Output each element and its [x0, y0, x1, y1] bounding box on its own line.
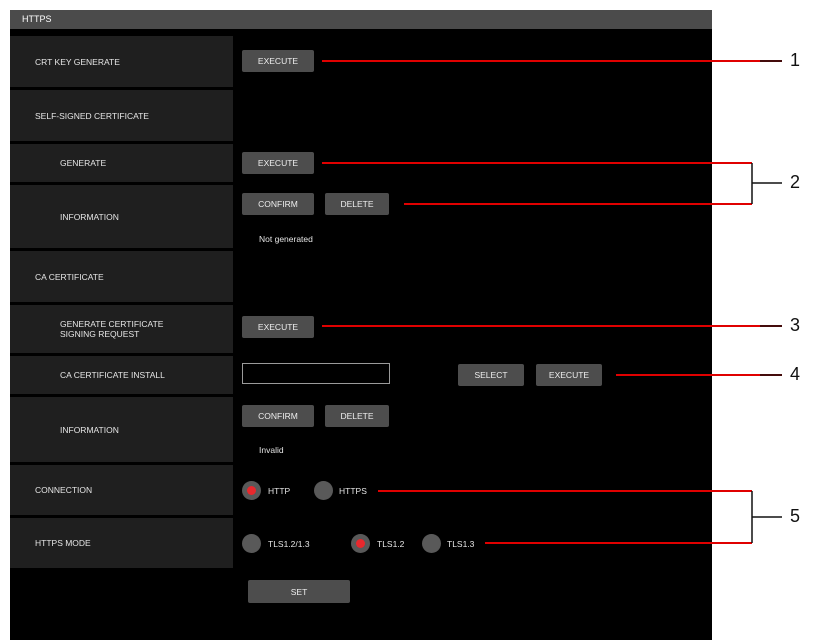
callout-number-3: 3 — [790, 315, 801, 335]
callout-brackets — [751, 60, 782, 543]
callout-number-4: 4 — [790, 364, 801, 384]
callout-number-2: 2 — [790, 172, 801, 192]
callout-number-5: 5 — [790, 506, 801, 526]
callout-number-1: 1 — [790, 50, 801, 70]
